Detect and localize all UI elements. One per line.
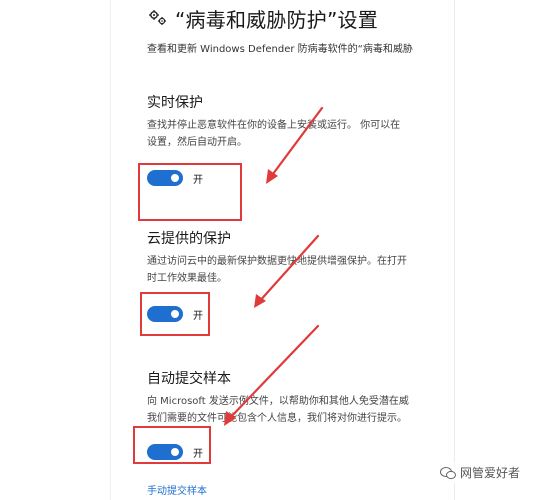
watermark-text: 网管爱好者 [460,466,521,480]
wechat-icon [440,466,456,479]
watermark: 网管爱好者 [436,462,525,483]
annotation-arrow [268,106,324,180]
annotation-arrows [224,106,324,426]
annotation-arrow [226,324,320,422]
annotation-arrow [256,234,320,305]
